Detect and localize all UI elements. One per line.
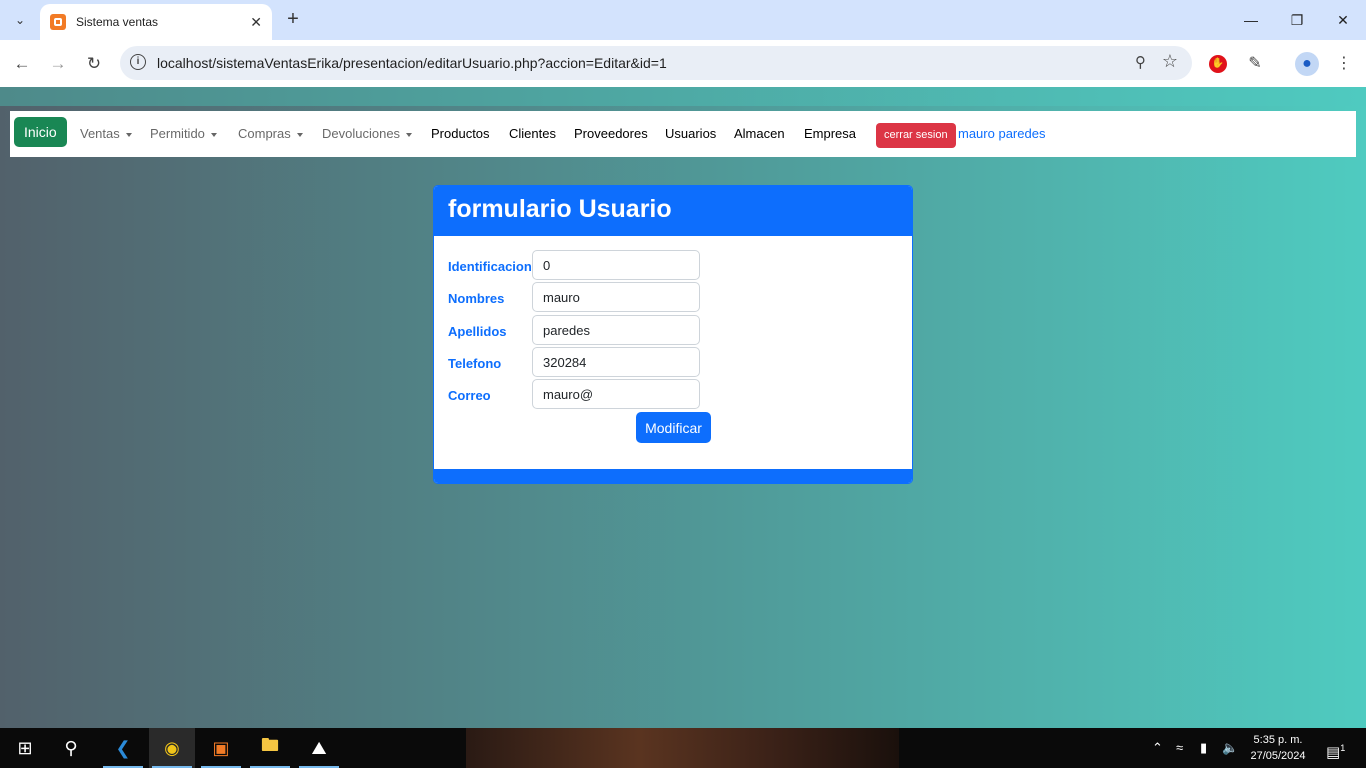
battery-icon[interactable]: ▮	[1200, 728, 1207, 768]
reload-icon[interactable]: ↻	[82, 52, 106, 76]
card-header: formulario Usuario	[434, 186, 912, 236]
tab-close-icon[interactable]: ✕	[250, 14, 262, 31]
extensions-icon[interactable]: ✎	[1243, 52, 1267, 76]
nav-compras-label: Compras	[238, 126, 291, 141]
wifi-icon[interactable]: ≈	[1176, 728, 1183, 768]
top-strip	[0, 87, 1366, 106]
nav-usuarios[interactable]: Usuarios	[665, 126, 716, 141]
nav-compras[interactable]: Compras	[238, 126, 303, 141]
home-brand-button[interactable]: Inicio	[14, 117, 67, 147]
nav-permitido[interactable]: Permitido	[150, 126, 217, 141]
page-background: Inicio Ventas Permitido Compras Devoluci…	[0, 87, 1366, 728]
forward-icon[interactable]: →	[46, 52, 70, 76]
caret-down-icon	[296, 132, 303, 137]
caret-down-icon	[210, 132, 217, 137]
new-tab-icon[interactable]: +	[282, 8, 304, 30]
photos-icon[interactable]: ⛰	[296, 728, 342, 768]
nav-almacen[interactable]: Almacen	[734, 126, 785, 141]
minimize-icon[interactable]: —	[1236, 8, 1266, 32]
profile-avatar-icon[interactable]: ●	[1295, 52, 1319, 76]
nav-clientes[interactable]: Clientes	[509, 126, 556, 141]
main-navbar: Inicio Ventas Permitido Compras Devoluci…	[10, 111, 1356, 157]
windows-taskbar: ⊞ ⚲ ❮ ◉ ▣ 🖿 ⛰ ⌃ ≈ ▮ 🔈 5:35 p. m. 27/05/2…	[0, 728, 1366, 768]
xampp-icon[interactable]: ▣	[198, 728, 244, 768]
file-explorer-icon[interactable]: 🖿	[247, 728, 293, 768]
form-title: formulario Usuario	[448, 195, 672, 223]
user-form-card: formulario Usuario Identificacion Nombre…	[433, 185, 913, 484]
caret-down-icon	[406, 132, 413, 137]
logout-button[interactable]: cerrar sesion	[876, 123, 956, 148]
restore-icon[interactable]: ❐	[1282, 8, 1312, 32]
nombres-input[interactable]	[532, 282, 700, 312]
nav-productos[interactable]: Productos	[431, 126, 490, 141]
apellidos-input[interactable]	[532, 315, 700, 345]
nav-devoluciones-label: Devoluciones	[322, 126, 401, 141]
notifications-icon[interactable]: ▤1	[1326, 728, 1345, 768]
zoom-icon[interactable]: ⚲	[1135, 53, 1146, 71]
taskbar-clock[interactable]: 5:35 p. m. 27/05/2024	[1240, 732, 1316, 764]
modificar-button[interactable]: Modificar	[636, 412, 711, 443]
correo-input[interactable]	[532, 379, 700, 409]
bookmark-star-icon[interactable]: ☆	[1162, 51, 1178, 72]
identificacion-input[interactable]	[532, 250, 700, 280]
telefono-label: Telefono	[448, 356, 502, 371]
menu-kebab-icon[interactable]: ⋮	[1332, 52, 1356, 76]
windows-start-icon[interactable]: ⊞	[2, 728, 48, 768]
address-bar[interactable]: i localhost/sistemaVentasErika/presentac…	[120, 46, 1192, 80]
tab-title: Sistema ventas	[76, 15, 159, 29]
nav-ventas[interactable]: Ventas	[80, 126, 132, 141]
adblock-icon[interactable]: ✋	[1209, 55, 1227, 73]
xampp-favicon-icon	[50, 14, 66, 30]
nav-devoluciones[interactable]: Devoluciones	[322, 126, 413, 141]
telefono-input[interactable]	[532, 347, 700, 377]
nav-empresa[interactable]: Empresa	[804, 126, 856, 141]
nav-permitido-label: Permitido	[150, 126, 205, 141]
url-text[interactable]: localhost/sistemaVentasErika/presentacio…	[157, 55, 667, 71]
window-close-icon[interactable]: ✕	[1328, 8, 1358, 32]
current-user-link[interactable]: mauro paredes	[958, 126, 1045, 141]
wallpaper-strip	[466, 728, 899, 768]
nav-ventas-label: Ventas	[80, 126, 120, 141]
card-footer	[434, 469, 912, 483]
clock-time: 5:35 p. m.	[1253, 734, 1303, 746]
taskbar-search-icon[interactable]: ⚲	[48, 728, 94, 768]
tab-search-icon[interactable]: ⌄	[8, 8, 32, 32]
browser-tab[interactable]: Sistema ventas ✕	[40, 4, 272, 40]
browser-toolbar: ← → ↻ i localhost/sistemaVentasErika/pre…	[0, 40, 1366, 87]
apellidos-label: Apellidos	[448, 324, 507, 339]
vscode-icon[interactable]: ❮	[100, 728, 146, 768]
identificacion-label: Identificacion	[448, 259, 532, 274]
correo-label: Correo	[448, 388, 491, 403]
clock-date: 27/05/2024	[1250, 750, 1306, 762]
volume-icon[interactable]: 🔈	[1222, 728, 1238, 768]
back-icon[interactable]: ←	[10, 52, 34, 76]
chrome-icon[interactable]: ◉	[149, 728, 195, 768]
caret-down-icon	[125, 132, 132, 137]
site-info-icon[interactable]: i	[130, 54, 146, 70]
notification-count: 1	[1340, 743, 1346, 753]
nombres-label: Nombres	[448, 291, 505, 306]
nav-proveedores[interactable]: Proveedores	[574, 126, 648, 141]
tray-chevron-icon[interactable]: ⌃	[1152, 728, 1163, 768]
browser-tabbar: ⌄ Sistema ventas ✕ + — ❐ ✕	[0, 0, 1366, 40]
